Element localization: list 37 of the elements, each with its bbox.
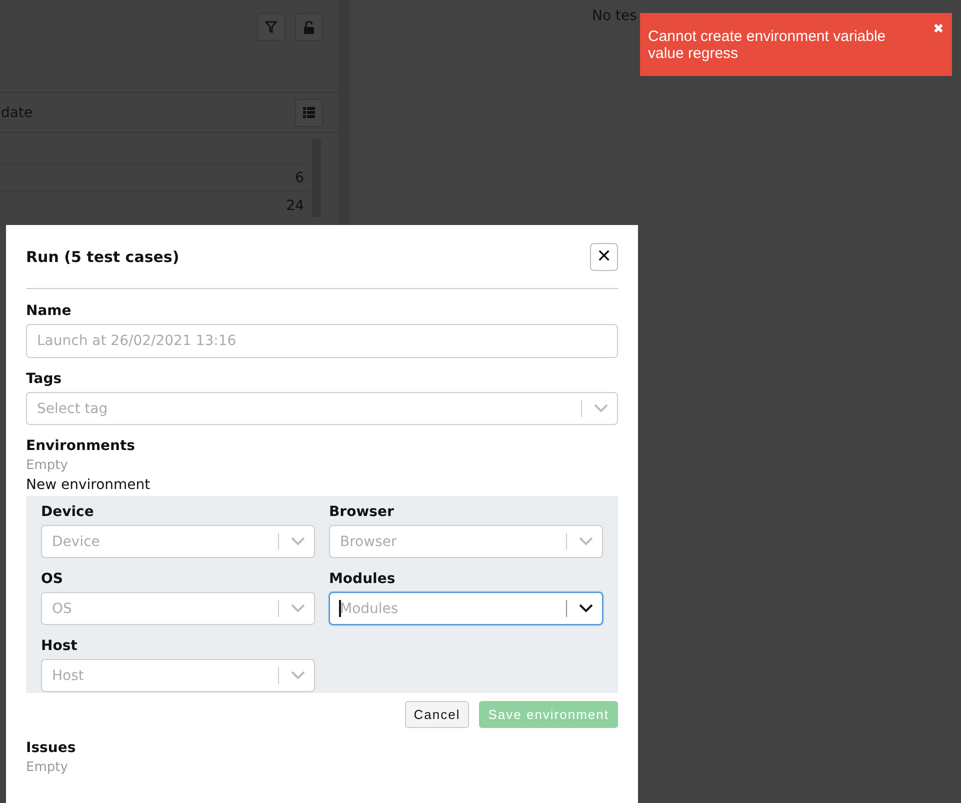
field-label: Modules [329, 570, 396, 589]
columns-button[interactable] [295, 98, 323, 126]
unlocked-padlock-icon [304, 20, 314, 34]
select-field[interactable]: Browser [329, 525, 603, 558]
lock-button[interactable] [295, 13, 323, 41]
field-label: OS [41, 570, 64, 589]
filter-button[interactable] [257, 13, 285, 41]
chevron-down-icon [594, 404, 608, 413]
empty-text: Empty [26, 759, 69, 777]
chevron-down-icon [291, 604, 305, 613]
field-label: Host [41, 637, 78, 656]
close-button[interactable]: ✕ [590, 242, 618, 270]
chevron-down-icon [579, 537, 593, 546]
field-label: Name [26, 302, 72, 321]
close-button[interactable]: ✖ [933, 22, 944, 35]
text-cursor [339, 600, 340, 617]
field-label: Tags [26, 370, 63, 389]
filter-icon [265, 21, 277, 33]
empty-text: Empty [26, 457, 69, 475]
name-input[interactable]: Launch at 26/02/2021 13:16 [26, 324, 618, 358]
subsection-label: New environment [26, 476, 152, 495]
select-field[interactable]: OS [41, 592, 315, 625]
cancel-button[interactable]: Cancel [404, 701, 470, 728]
field-label: Browser [329, 503, 395, 522]
chevron-down-icon [291, 537, 305, 546]
section-label: Environments [26, 437, 136, 456]
toast-message: Cannot create environment variable value regress [648, 28, 887, 62]
select-field[interactable]: Host [41, 659, 315, 692]
modal-title: Run (5 test cases) [26, 248, 180, 266]
chevron-down-icon [291, 671, 305, 680]
select-field[interactable]: Modules [329, 592, 603, 625]
list-icon [303, 107, 315, 118]
field-label: Device [41, 503, 95, 522]
section-label: Issues [26, 739, 77, 758]
chevron-down-icon [579, 604, 593, 613]
select-field[interactable]: Device [41, 525, 315, 558]
select-field[interactable]: Select tag [26, 392, 618, 425]
